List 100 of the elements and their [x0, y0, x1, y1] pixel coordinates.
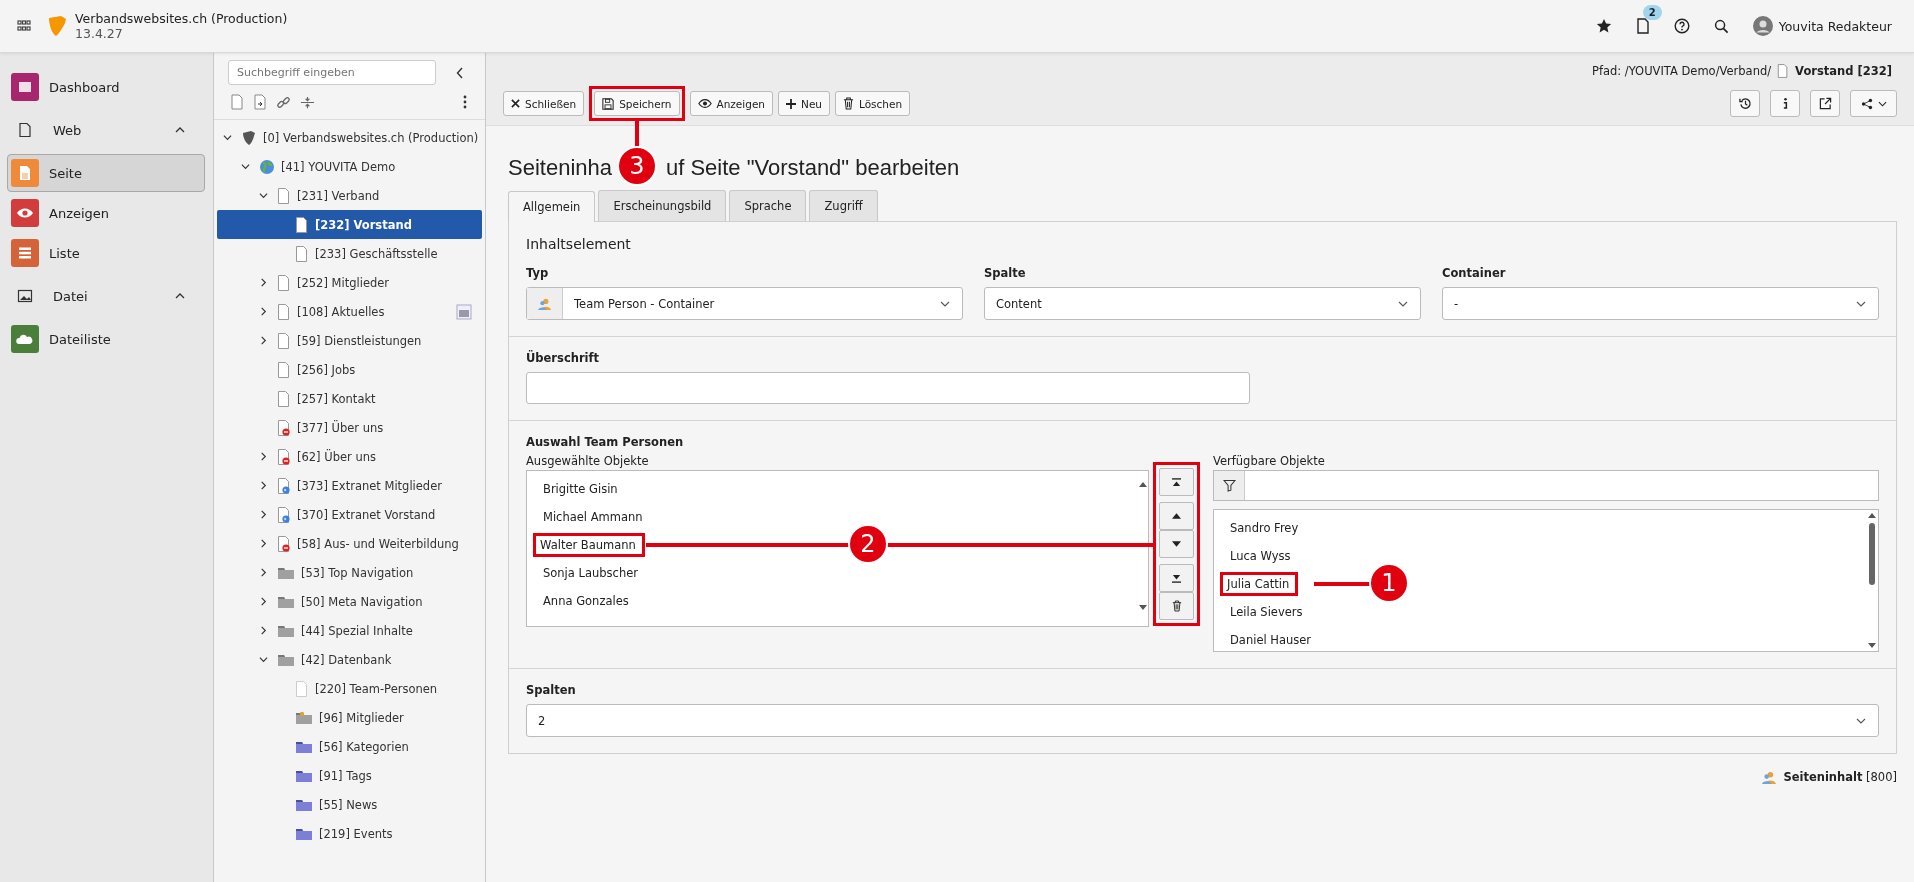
tree-item[interactable]: [96] Mitglieder [217, 703, 482, 732]
list-item[interactable]: Luca Wyss [1220, 541, 1303, 571]
page-icon [277, 361, 291, 378]
eye-icon [697, 99, 712, 108]
search-icon[interactable] [1713, 18, 1729, 34]
select-field[interactable]: Team Person - Container [526, 287, 963, 320]
toolbar-button[interactable]: Speichern [594, 91, 680, 116]
tree-item[interactable]: [377] Über uns [217, 413, 482, 442]
move-top-button[interactable] [1159, 468, 1194, 496]
module-group[interactable]: Datei [0, 274, 213, 318]
select-field[interactable]: Content [984, 287, 1421, 320]
select-field[interactable]: - [1442, 287, 1879, 320]
move-bottom-button[interactable] [1159, 564, 1194, 592]
toggle-icon[interactable] [259, 481, 268, 490]
tree-item[interactable]: [220] Team-Personen [217, 674, 482, 703]
notification-badge: 2 [1642, 5, 1662, 20]
toggle-icon[interactable] [259, 539, 268, 548]
toggle-icon[interactable] [259, 191, 268, 200]
tree-item[interactable]: [53] Top Navigation [217, 558, 482, 587]
tree-item[interactable]: [44] Spezial Inhalte [217, 616, 482, 645]
tree-item[interactable]: [91] Tags [217, 761, 482, 790]
toolbar-button[interactable]: Anzeigen [689, 91, 774, 116]
collapse-icon[interactable] [456, 66, 464, 79]
link-icon[interactable] [276, 94, 291, 110]
tab[interactable]: Allgemein [508, 191, 596, 222]
share-button[interactable] [1850, 90, 1897, 117]
remove-button[interactable] [1159, 592, 1194, 620]
list-item[interactable]: Daniel Hauser [1220, 625, 1324, 655]
tree-item[interactable]: [252] Mitglieder [217, 268, 482, 297]
info-button[interactable] [1770, 90, 1800, 117]
tree-item[interactable]: [108] Aktuelles [217, 297, 482, 326]
toggle-icon[interactable] [259, 336, 268, 345]
module-item[interactable]: Dashboard [7, 68, 205, 106]
select-field[interactable]: 2 [526, 704, 1879, 737]
module-item[interactable]: Dateiliste [7, 320, 205, 358]
list-item[interactable]: Leila Sievers [1220, 597, 1315, 627]
move-up-button[interactable] [1159, 502, 1194, 530]
tree-item[interactable]: [58] Aus- und Weiterbildung [217, 529, 482, 558]
help-icon[interactable] [1673, 18, 1690, 34]
user-name[interactable]: Youvita Redakteur [1778, 18, 1892, 34]
list-item[interactable]: Anna Gonzales [533, 586, 641, 616]
chevron-icon[interactable] [175, 293, 185, 299]
toggle-icon[interactable] [259, 278, 268, 287]
tree-item[interactable]: [50] Meta Navigation [217, 587, 482, 616]
chevron-icon[interactable] [175, 127, 185, 133]
toggle-icon[interactable] [223, 133, 232, 142]
tree-item[interactable]: [370] Extranet Vorstand [217, 500, 482, 529]
tree-item[interactable]: [256] Jobs [217, 355, 482, 384]
tree-item[interactable]: [59] Dienstleistungen [217, 326, 482, 355]
toggle-icon[interactable] [259, 510, 268, 519]
module-item[interactable]: Liste [7, 234, 205, 272]
tab[interactable]: Zugriff [809, 190, 878, 221]
list-item[interactable]: Michael Ammann [533, 502, 655, 532]
tree-item[interactable]: [232] Vorstand [217, 210, 482, 239]
history-button[interactable] [1730, 90, 1760, 117]
open-external-button[interactable] [1810, 90, 1840, 117]
tree-item[interactable]: [41] YOUVITA Demo [217, 152, 482, 181]
tree-item[interactable]: [373] Extranet Mitglieder [217, 471, 482, 500]
app-grid-icon[interactable] [17, 20, 31, 32]
tree-item[interactable]: [219] Events [217, 819, 482, 848]
tab[interactable]: Erscheinungsbild [598, 190, 727, 221]
toggle-icon[interactable] [259, 655, 268, 664]
page-import-icon[interactable] [253, 94, 267, 110]
document-icon[interactable] [1635, 18, 1650, 34]
move-down-button[interactable] [1159, 530, 1194, 558]
module-item[interactable]: Seite [7, 154, 205, 192]
toolbar-button[interactable]: Neu [778, 91, 830, 116]
module-group[interactable]: Web [0, 108, 213, 152]
list-item[interactable]: Sonja Laubscher [533, 558, 650, 588]
tree-item[interactable]: [233] Geschäftsstelle [217, 239, 482, 268]
collapse-all-icon[interactable] [300, 94, 315, 110]
tree-item[interactable]: [231] Verband [217, 181, 482, 210]
tree-item[interactable]: [257] Kontakt [217, 384, 482, 413]
search-field[interactable]: Suchbegriff eingeben [228, 60, 436, 85]
tree-item[interactable]: [55] News [217, 790, 482, 819]
toolbar-button[interactable]: Schließen [503, 91, 585, 116]
more-icon[interactable] [463, 95, 467, 109]
toggle-icon[interactable] [259, 568, 268, 577]
tree-item[interactable]: [56] Kategorien [217, 732, 482, 761]
input-field[interactable] [526, 372, 1250, 404]
tree-item[interactable]: [62] Über uns [217, 442, 482, 471]
toggle-icon[interactable] [259, 597, 268, 606]
toggle-icon[interactable] [259, 452, 268, 461]
tab[interactable]: Sprache [729, 190, 807, 221]
module-item[interactable]: Anzeigen [7, 194, 205, 232]
tree-item[interactable]: [0] Verbandswebsites.ch (Production) [217, 123, 482, 152]
star-icon[interactable] [1595, 18, 1612, 34]
toggle-icon[interactable] [241, 162, 250, 171]
tree-item[interactable]: [42] Datenbank [217, 645, 482, 674]
toggle-icon[interactable] [259, 626, 268, 635]
field-label: Container [1442, 266, 1506, 280]
toolbar-button[interactable]: Löschen [835, 91, 911, 116]
toggle-icon[interactable] [259, 307, 268, 316]
list-item[interactable]: Sandro Frey [1220, 513, 1311, 543]
scroll-arrows-icon[interactable] [1139, 481, 1147, 611]
folder-icon [277, 565, 295, 580]
list-item[interactable]: Walter Baumann [533, 533, 645, 557]
list-item[interactable]: Brigitte Gisin [533, 474, 630, 504]
avatar-icon[interactable] [1752, 16, 1773, 36]
list-item[interactable]: Julia Cattin [1220, 572, 1299, 596]
